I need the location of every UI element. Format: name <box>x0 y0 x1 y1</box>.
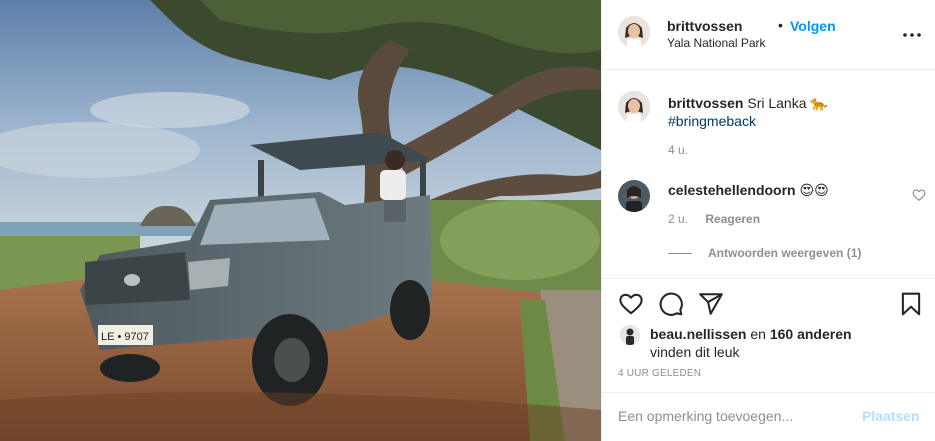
action-bar <box>602 278 935 331</box>
post-side-panel: brittvossen • Volgen Yala National Park … <box>601 0 935 441</box>
likes-others-link[interactable]: 160 anderen <box>770 326 852 342</box>
svg-text:LE • 9707: LE • 9707 <box>101 331 149 343</box>
comment-username[interactable]: celestehellendoorn <box>668 182 796 198</box>
caption-username[interactable]: brittvossen <box>668 95 743 111</box>
likes-connector: en <box>750 326 766 342</box>
author-username[interactable]: brittvossen <box>667 18 742 34</box>
reply-button[interactable]: Reageren <box>705 212 760 226</box>
comment-like-heart-icon[interactable] <box>912 188 926 202</box>
commenter-avatar[interactable] <box>618 180 650 212</box>
add-comment-bar: Plaatsen <box>602 392 935 441</box>
liker-avatar[interactable] <box>620 325 640 345</box>
author-avatar[interactable] <box>618 16 650 48</box>
replies-divider-line <box>668 252 692 254</box>
safari-truck-photo: LE • 9707 <box>0 0 601 441</box>
comment-meta: 2 u. Reageren <box>668 212 760 226</box>
caption-age: 4 u. <box>668 143 689 157</box>
comment-item: celestehellendoorn 😍😍 <box>668 181 829 199</box>
post-caption: brittvossen Sri Lanka 🐆 #bringmeback <box>668 94 918 130</box>
liker-username[interactable]: beau.nellissen <box>650 326 746 342</box>
share-icon[interactable] <box>698 291 724 317</box>
post-timestamp[interactable]: 4 UUR GELEDEN <box>618 368 701 379</box>
comment-input[interactable] <box>618 405 858 427</box>
post-location[interactable]: Yala National Park <box>667 36 766 50</box>
instagram-post: LE • 9707 brittvossen • Volgen Yala Nati… <box>0 0 935 441</box>
view-replies-link[interactable]: Antwoorden weergeven (1) <box>668 246 861 260</box>
likes-suffix: vinden dit leuk <box>650 344 740 360</box>
separator-dot: • <box>778 17 783 33</box>
comment-icon[interactable] <box>658 291 684 317</box>
caption-hashtag[interactable]: #bringmeback <box>668 113 756 129</box>
post-header: brittvossen • Volgen Yala National Park <box>602 0 935 70</box>
more-options-icon[interactable] <box>902 26 922 44</box>
view-replies-label: Antwoorden weergeven (1) <box>708 246 862 260</box>
comment-text: 😍😍 <box>799 182 829 198</box>
post-comment-button[interactable]: Plaatsen <box>862 408 920 424</box>
bookmark-icon[interactable] <box>898 291 924 317</box>
post-photo[interactable]: LE • 9707 <box>0 0 601 441</box>
heart-icon[interactable] <box>618 291 644 317</box>
likes-summary: beau.nellissen en 160 anderen vinden dit… <box>650 325 920 361</box>
follow-button[interactable]: Volgen <box>790 18 836 34</box>
caption-text: Sri Lanka 🐆 <box>747 95 828 111</box>
comment-age: 2 u. <box>668 212 689 226</box>
caption-author-avatar[interactable] <box>618 91 650 123</box>
